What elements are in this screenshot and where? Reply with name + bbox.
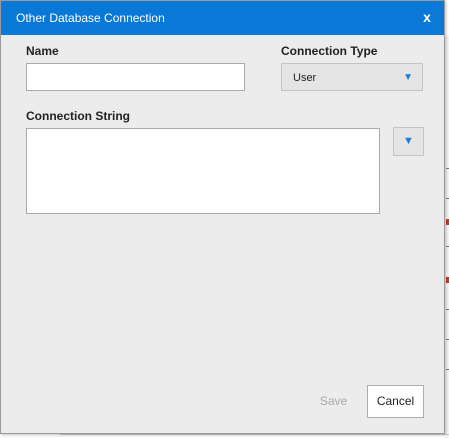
name-label: Name xyxy=(26,44,59,58)
connection-string-label: Connection String xyxy=(26,109,130,123)
close-icon[interactable]: x xyxy=(418,8,436,26)
dialog-title: Other Database Connection xyxy=(16,11,165,25)
cancel-button[interactable]: Cancel xyxy=(367,385,424,418)
background-window-edge xyxy=(445,36,449,438)
connection-string-dropdown-button[interactable]: ▼ xyxy=(393,127,424,156)
save-button[interactable]: Save xyxy=(307,386,360,417)
connection-type-value: User xyxy=(293,72,317,84)
chevron-down-icon: ▼ xyxy=(403,72,413,83)
dialog-titlebar[interactable]: Other Database Connection x xyxy=(1,1,444,35)
name-input[interactable] xyxy=(26,63,245,91)
background-divider xyxy=(60,434,449,435)
connection-type-select[interactable]: User ▼ xyxy=(281,63,423,91)
chevron-down-icon: ▼ xyxy=(403,135,414,147)
connection-type-label: Connection Type xyxy=(281,44,378,58)
database-connection-dialog: Other Database Connection x Name Connect… xyxy=(0,0,445,434)
connection-string-input[interactable] xyxy=(26,128,380,214)
